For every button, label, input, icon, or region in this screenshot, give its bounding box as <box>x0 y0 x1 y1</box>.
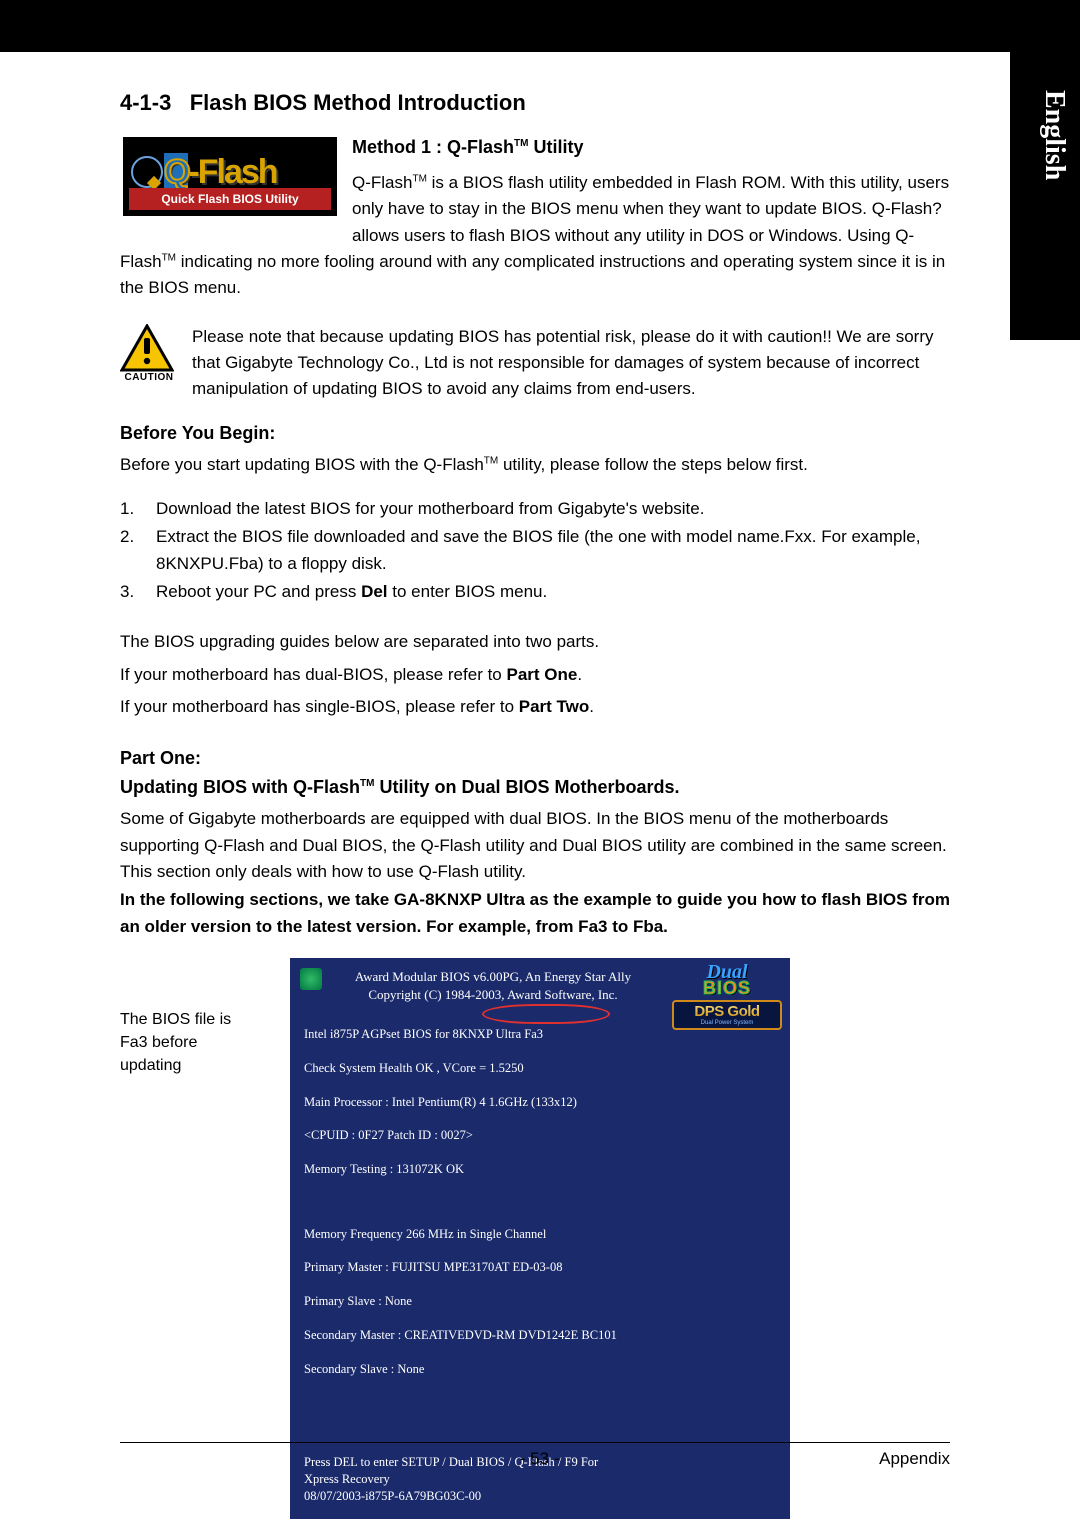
step-item: Reboot your PC and press Del to enter BI… <box>120 579 950 605</box>
guides-block: The BIOS upgrading guides below are sepa… <box>120 629 950 720</box>
caution-text: Please note that because updating BIOS h… <box>192 324 950 403</box>
caution-icon-wrap: CAUTION <box>120 324 178 403</box>
tm-mark: TM <box>484 455 498 466</box>
step-item: Download the latest BIOS for your mother… <box>120 496 950 522</box>
tm-mark: TM <box>360 778 374 789</box>
language-tab: English <box>1038 90 1070 180</box>
section-number: 4-1-3 <box>120 90 171 115</box>
bf3: 08/07/2003-i875P-6A79BG03C-00 <box>304 1488 776 1505</box>
caution-triangle-icon <box>120 324 174 372</box>
method1-heading-pre: Method 1 : Q-Flash <box>352 137 514 157</box>
bb5: Secondary Slave : None <box>304 1361 776 1378</box>
s3b: Del <box>361 582 387 601</box>
document-page: English 4-1-3 Flash BIOS Method Introduc… <box>0 0 1080 1529</box>
clock-arrow-icon <box>131 156 163 188</box>
dps-t: DPS <box>694 1003 723 1020</box>
screenshot-caption: The BIOS file is Fa3 before updating <box>120 958 260 1078</box>
footer-section: Appendix <box>879 1449 950 1469</box>
page-number: - 53 - <box>200 1449 879 1469</box>
g2b: Part One <box>506 665 577 684</box>
g2a: If your motherboard has dual-BIOS, pleas… <box>120 665 506 684</box>
page-footer: - 53 - Appendix <box>120 1442 950 1469</box>
bl3: Main Processor : Intel Pentium(R) 4 1.6G… <box>304 1094 776 1111</box>
logo-flash: -Flash <box>188 153 276 191</box>
guides-l3: If your motherboard has single-BIOS, ple… <box>120 694 950 720</box>
bh1: Award Modular BIOS v6.00PG, An Energy St… <box>330 968 656 986</box>
bb2: Primary Master : FUJITSU MPE3170AT ED-03… <box>304 1259 776 1276</box>
dps-sub: Dual Power System <box>676 1020 778 1026</box>
g3a: If your motherboard has single-BIOS, ple… <box>120 697 519 716</box>
part-one-heading: Updating BIOS with Q-FlashTM Utility on … <box>120 777 950 798</box>
bh2: Copyright (C) 1984-2003, Award Software,… <box>330 986 656 1004</box>
step-item: Extract the BIOS file downloaded and sav… <box>120 524 950 577</box>
top-black-bar <box>0 0 1080 52</box>
before-intro: Before you start updating BIOS with the … <box>120 452 950 478</box>
bios-header: Award Modular BIOS v6.00PG, An Energy St… <box>330 968 656 1003</box>
bi-a: Before you start updating BIOS with the … <box>120 455 484 474</box>
g3b: Part Two <box>519 697 590 716</box>
main-content: 4-1-3 Flash BIOS Method Introduction Q-F… <box>120 90 950 1519</box>
qflash-logo: Q-Flash Quick Flash BIOS Utility <box>120 134 340 219</box>
bl5: Memory Testing : 131072K OK <box>304 1161 776 1178</box>
screenshot-row: The BIOS file is Fa3 before updating Dua… <box>120 958 950 1519</box>
dual-bot: BIOS <box>672 981 782 996</box>
guides-l1: The BIOS upgrading guides below are sepa… <box>120 629 950 655</box>
bf2: Xpress Recovery <box>304 1471 776 1488</box>
tm-mark: TM <box>162 252 176 263</box>
bi-b: utility, please follow the steps below f… <box>498 455 808 474</box>
p1bold: In the following sections, we take GA-8K… <box>120 890 950 935</box>
method1-block: Q-Flash Quick Flash BIOS Utility Method … <box>120 134 950 308</box>
bios-block1: Intel i875P AGPset BIOS for 8KNXP Ultra … <box>304 1009 776 1195</box>
epa-logo-icon <box>300 968 322 990</box>
section-title: Flash BIOS Method Introduction <box>190 90 526 115</box>
bb3: Primary Slave : None <box>304 1293 776 1310</box>
bl2: Check System Health OK , VCore = 1.5250 <box>304 1060 776 1077</box>
m1c: indicating no more fooling around with a… <box>120 252 945 297</box>
caution-block: CAUTION Please note that because updatin… <box>120 324 950 403</box>
section-heading: 4-1-3 Flash BIOS Method Introduction <box>120 90 950 116</box>
bb1: Memory Frequency 266 MHz in Single Chann… <box>304 1226 776 1243</box>
logo-band: Quick Flash BIOS Utility <box>129 188 331 210</box>
tm-mark: TM <box>412 173 426 184</box>
bios-boot-screen: Dual BIOS DPS Gold Dual Power System Awa… <box>290 958 790 1519</box>
dps-gold-badge: DPS Gold Dual Power System <box>672 1000 782 1030</box>
part-one-bold: In the following sections, we take GA-8K… <box>120 887 950 940</box>
bl4: <CPUID : 0F27 Patch ID : 0027> <box>304 1127 776 1144</box>
p1h-a: Updating BIOS with Q-Flash <box>120 777 360 797</box>
dual-bios-badge: Dual BIOS <box>672 964 782 996</box>
m1a: Q-Flash <box>352 173 412 192</box>
method1-heading-post: Utility <box>528 137 583 157</box>
g3c: . <box>589 697 594 716</box>
bios-badges: Dual BIOS DPS Gold Dual Power System <box>672 964 782 1030</box>
caution-label: CAUTION <box>120 372 178 383</box>
dps-g: Gold <box>727 1003 759 1020</box>
s3c: to enter BIOS menu. <box>388 582 548 601</box>
bb4: Secondary Master : CREATIVEDVD-RM DVD124… <box>304 1327 776 1344</box>
tm-mark: TM <box>514 138 528 149</box>
footer-left-spacer <box>120 1449 200 1469</box>
bios-block2: Memory Frequency 266 MHz in Single Chann… <box>304 1209 776 1395</box>
guides-l2: If your motherboard has dual-BIOS, pleas… <box>120 662 950 688</box>
part-one-p1: Some of Gigabyte motherboards are equipp… <box>120 806 950 885</box>
s3a: Reboot your PC and press <box>156 582 361 601</box>
before-you-begin-heading: Before You Begin: <box>120 423 950 444</box>
p1h-b: Utility on Dual BIOS Motherboards. <box>374 777 679 797</box>
steps-list: Download the latest BIOS for your mother… <box>120 496 950 605</box>
g2c: . <box>577 665 582 684</box>
part-one-label: Part One: <box>120 748 950 769</box>
logo-q: Q <box>164 153 188 191</box>
